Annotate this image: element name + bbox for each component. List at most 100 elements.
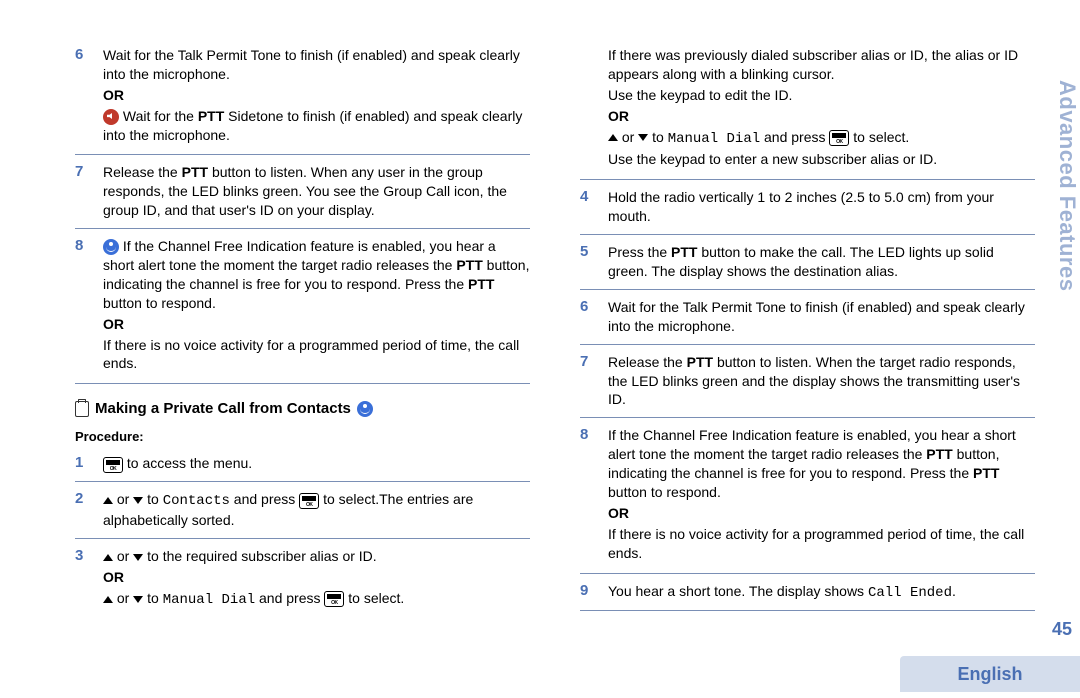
proc-step-3: 3 or to the required subscriber alias or…	[75, 539, 530, 620]
text: If there is no voice activity for a prog…	[608, 526, 1024, 561]
text: or	[113, 548, 133, 564]
step-body: Hold the radio vertically 1 to 2 inches …	[608, 188, 1035, 226]
step-5: 5 Press the PTT button to make the call.…	[580, 235, 1035, 290]
text: and press	[255, 590, 324, 606]
step-body: If the Channel Free Indication feature i…	[608, 426, 1035, 564]
step-number: 6	[75, 46, 93, 146]
text: or	[113, 590, 133, 606]
step-number: 7	[580, 353, 598, 410]
step-body: Wait for the Talk Permit Tone to finish …	[103, 46, 530, 146]
or-label: OR	[103, 87, 124, 103]
arrow-down-icon	[133, 497, 143, 504]
step-3-cont: If there was previously dialed subscribe…	[580, 38, 1035, 180]
manual-dial-label: Manual Dial	[163, 592, 255, 608]
section-heading: Making a Private Call from Contacts	[75, 400, 530, 417]
text: to	[648, 129, 667, 145]
step-6: 6 Wait for the Talk Permit Tone to finis…	[75, 38, 530, 155]
page-content: 6 Wait for the Talk Permit Tone to finis…	[75, 38, 1035, 678]
text: or	[618, 129, 638, 145]
info-icon	[103, 239, 119, 255]
arrow-up-icon	[608, 134, 618, 141]
step-7: 7 Release the PTT button to listen. When…	[75, 155, 530, 229]
text: Use the keypad to edit the ID.	[608, 87, 792, 103]
arrow-up-icon	[103, 497, 113, 504]
ok-button-icon	[103, 457, 123, 473]
ptt-label: PTT	[456, 257, 482, 273]
step-number: 4	[580, 188, 598, 226]
step-body: Release the PTT button to listen. When a…	[103, 163, 530, 220]
step-number	[580, 46, 598, 171]
text: to access the menu.	[123, 455, 252, 471]
step-number: 7	[75, 163, 93, 220]
manual-dial-label: Manual Dial	[668, 131, 760, 147]
step-body: If there was previously dialed subscribe…	[608, 46, 1035, 171]
ptt-label: PTT	[182, 164, 208, 180]
proc-step-1: 1 to access the menu.	[75, 446, 530, 482]
or-label: OR	[103, 569, 124, 585]
text: If there was previously dialed subscribe…	[608, 47, 1018, 82]
text: .	[952, 583, 956, 599]
step-8: 8 If the Channel Free Indication feature…	[75, 229, 530, 384]
call-ended-label: Call Ended	[868, 585, 952, 601]
arrow-down-icon	[133, 554, 143, 561]
ok-button-icon	[829, 130, 849, 146]
ok-button-icon	[324, 591, 344, 607]
step-number: 1	[75, 454, 93, 473]
or-label: OR	[103, 316, 124, 332]
or-label: OR	[608, 505, 629, 521]
page-number: 45	[1052, 619, 1072, 640]
step-number: 2	[75, 490, 93, 530]
contacts-label: Contacts	[163, 493, 230, 509]
arrow-down-icon	[638, 134, 648, 141]
step-body: Wait for the Talk Permit Tone to finish …	[608, 298, 1035, 336]
section-title: Making a Private Call from Contacts	[95, 400, 351, 417]
text: to select.	[344, 590, 404, 606]
text: Use the keypad to enter a new subscriber…	[608, 151, 937, 167]
text: to	[143, 491, 162, 507]
text: and press	[760, 129, 829, 145]
step-body: or to Contacts and press to select.The e…	[103, 490, 530, 530]
right-column: If there was previously dialed subscribe…	[580, 38, 1035, 678]
arrow-up-icon	[103, 596, 113, 603]
left-column: 6 Wait for the Talk Permit Tone to finis…	[75, 38, 530, 678]
text: If the Channel Free Indication feature i…	[103, 238, 496, 273]
step-body: If the Channel Free Indication feature i…	[103, 237, 530, 375]
text: Wait for the Talk Permit Tone to finish …	[103, 47, 520, 82]
procedure-label: Procedure:	[75, 429, 530, 444]
ptt-label: PTT	[468, 276, 494, 292]
text: Wait for the Talk Permit Tone to finish …	[608, 299, 1025, 334]
text: and press	[230, 491, 299, 507]
speaker-icon	[103, 109, 119, 125]
step-number: 3	[75, 547, 93, 612]
step-body: You hear a short tone. The display shows…	[608, 582, 1035, 603]
text: You hear a short tone. The display shows	[608, 583, 868, 599]
text: If there is no voice activity for a prog…	[103, 337, 519, 372]
step-number: 8	[580, 426, 598, 564]
ptt-label: PTT	[973, 465, 999, 481]
or-label: OR	[608, 108, 629, 124]
ptt-label: PTT	[198, 108, 224, 124]
step-body: or to the required subscriber alias or I…	[103, 547, 530, 612]
ptt-label: PTT	[926, 446, 952, 462]
text: to	[143, 590, 162, 606]
ptt-label: PTT	[671, 244, 697, 260]
info-icon	[357, 401, 373, 417]
step-body: Press the PTT button to make the call. T…	[608, 243, 1035, 281]
step-body: to access the menu.	[103, 454, 530, 473]
text: Wait for the	[119, 108, 198, 124]
language-bar: English	[900, 656, 1080, 692]
step-9: 9 You hear a short tone. The display sho…	[580, 574, 1035, 612]
ok-button-icon	[299, 493, 319, 509]
step-6: 6 Wait for the Talk Permit Tone to finis…	[580, 290, 1035, 345]
text: to the required subscriber alias or ID.	[143, 548, 376, 564]
text: Release the	[103, 164, 182, 180]
step-number: 8	[75, 237, 93, 375]
step-body: Release the PTT button to listen. When t…	[608, 353, 1035, 410]
ptt-label: PTT	[687, 354, 713, 370]
section-tab: Advanced Features	[1054, 80, 1080, 300]
text: or	[113, 491, 133, 507]
step-4: 4 Hold the radio vertically 1 to 2 inche…	[580, 180, 1035, 235]
step-8: 8 If the Channel Free Indication feature…	[580, 418, 1035, 573]
arrow-down-icon	[133, 596, 143, 603]
text: button to respond.	[608, 484, 721, 500]
